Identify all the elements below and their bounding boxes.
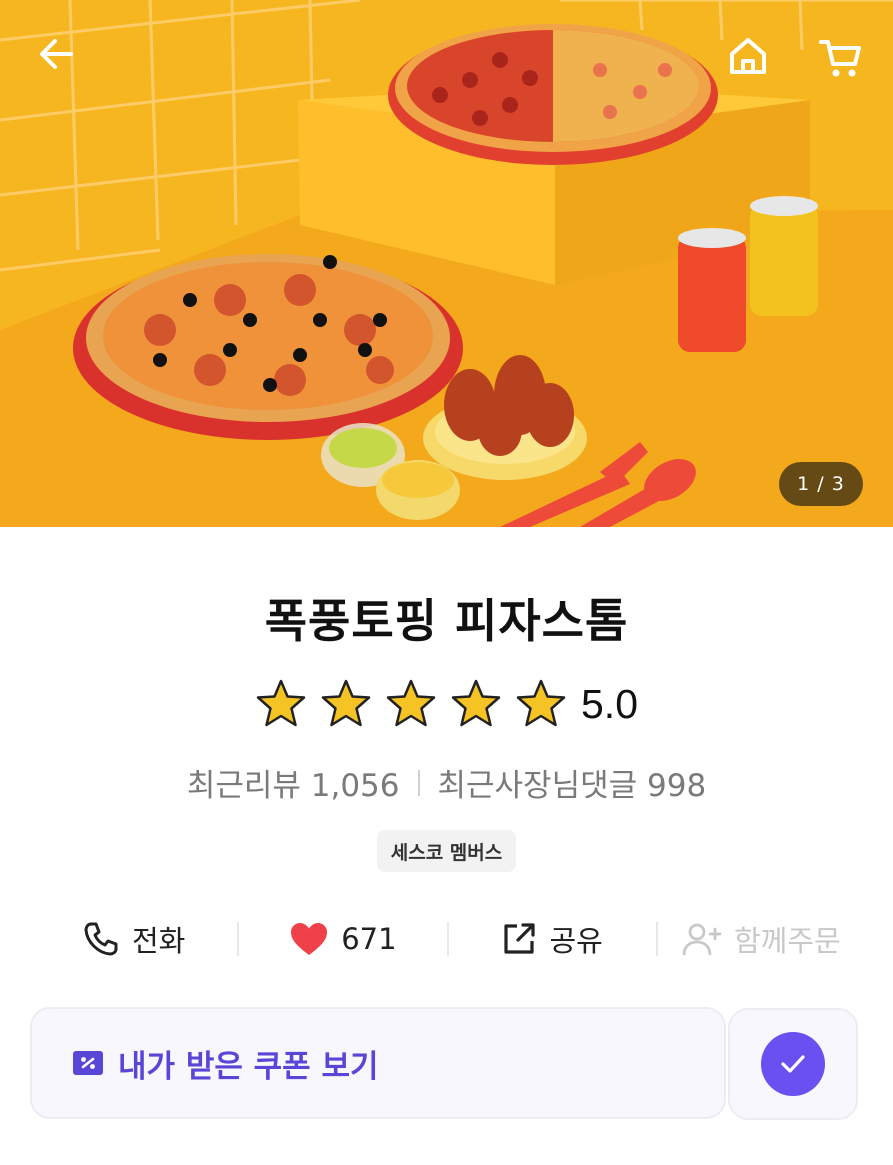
- coupon-confirm-button[interactable]: [728, 1008, 858, 1120]
- star-icon: [451, 679, 501, 727]
- cart-button[interactable]: [811, 28, 871, 88]
- home-icon: [730, 38, 766, 74]
- star-icon: [386, 679, 436, 727]
- cesco-members-badge: 세스코 멤버스: [376, 830, 517, 872]
- group-order-button[interactable]: 함께주문: [658, 918, 865, 960]
- heart-icon: [291, 923, 328, 955]
- divider: [417, 769, 420, 796]
- back-button[interactable]: [26, 24, 86, 84]
- call-button[interactable]: 전화: [30, 918, 237, 960]
- my-coupons-button[interactable]: 내가 받은 쿠폰 보기: [30, 1007, 726, 1119]
- my-coupons-label: 내가 받은 쿠폰 보기: [118, 1048, 379, 1085]
- share-label: 공유: [549, 924, 603, 958]
- store-hero-image: 1 / 3: [0, 0, 893, 527]
- check-icon: [761, 1032, 825, 1096]
- star-icon: [321, 679, 371, 727]
- review-stats: 최근리뷰 1,056 최근사장님댓글 998: [0, 760, 893, 805]
- like-count: 671: [341, 922, 397, 956]
- rating-row: 5.0: [0, 678, 893, 730]
- review-count[interactable]: 최근리뷰 1,056: [187, 760, 400, 805]
- owner-reply-count[interactable]: 최근사장님댓글 998: [438, 760, 707, 805]
- call-label: 전화: [131, 924, 186, 958]
- back-arrow-icon: [40, 39, 73, 69]
- like-button[interactable]: 671: [239, 921, 446, 957]
- rating-stars: [255, 678, 567, 730]
- add-person-icon: [682, 923, 722, 956]
- share-button[interactable]: 공유: [449, 918, 656, 960]
- phone-icon: [84, 922, 118, 956]
- rating-value: 5.0: [581, 680, 638, 727]
- star-icon: [516, 679, 566, 727]
- group-order-label: 함께주문: [734, 924, 841, 958]
- cart-icon: [819, 40, 861, 77]
- image-page-indicator: 1 / 3: [779, 462, 863, 506]
- store-actions: 전화 671 공유 함께주문: [30, 910, 865, 968]
- home-button[interactable]: [718, 26, 778, 86]
- star-icon: [256, 679, 306, 727]
- coupon-icon: [73, 1051, 103, 1075]
- store-name: 폭풍토핑 피자스톰: [264, 594, 629, 648]
- share-icon: [504, 923, 536, 954]
